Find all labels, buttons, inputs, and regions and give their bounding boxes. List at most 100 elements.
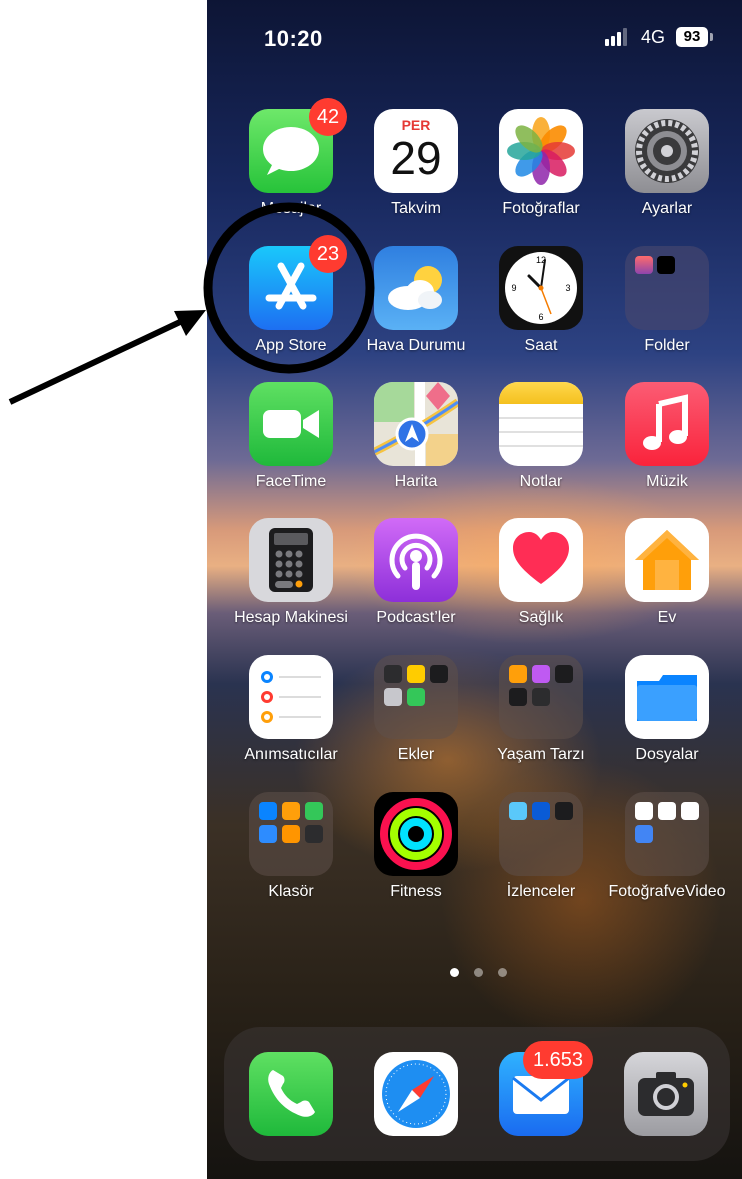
mini-app-icon xyxy=(259,802,277,820)
app-fitness[interactable]: Fitness xyxy=(374,792,458,900)
calendar-icon: PER 29 xyxy=(374,109,458,193)
app-appstore[interactable]: App Store 23 xyxy=(249,235,347,354)
battery-icon: 93 xyxy=(676,27,708,47)
clock-icon: 12 3 6 9 xyxy=(499,246,583,330)
svg-text:9: 9 xyxy=(511,283,516,293)
folder-icon xyxy=(625,246,709,330)
pointer-arrow-shaft xyxy=(8,319,182,405)
page-dot xyxy=(474,968,483,977)
page-dot-active xyxy=(450,968,459,977)
app-muzik[interactable]: Müzik xyxy=(625,382,709,490)
app-label: Anımsatıcılar xyxy=(244,746,338,763)
notification-badge: 23 xyxy=(309,235,347,273)
mini-app-icon xyxy=(282,802,300,820)
mini-app-icon xyxy=(282,825,300,843)
app-label: Fitness xyxy=(390,883,442,900)
app-label: Harita xyxy=(394,473,438,490)
mini-app-icon xyxy=(681,802,699,820)
mini-app-icon xyxy=(407,688,425,706)
app-fotograflar[interactable]: Fotoğraflar xyxy=(499,109,583,217)
reminders-icon xyxy=(249,655,333,739)
app-folder[interactable]: Folder xyxy=(625,246,709,354)
app-izlenceler[interactable]: İzlenceler xyxy=(499,792,583,900)
app-label: Ev xyxy=(657,609,677,626)
app-saat[interactable]: 12 3 6 9 Saat xyxy=(499,246,583,354)
app-mesajlar[interactable]: Mesajlar 42 xyxy=(249,98,347,217)
folder-icon xyxy=(499,655,583,739)
files-icon xyxy=(625,655,709,739)
photos-icon xyxy=(499,109,583,193)
app-yasam-tarzi[interactable]: Yaşam Tarzı xyxy=(497,655,585,763)
app-podcastler[interactable]: Podcast’ler xyxy=(374,518,458,626)
mini-app-icon xyxy=(532,688,550,706)
app-label: Takvim xyxy=(391,200,441,217)
calculator-icon xyxy=(249,518,333,602)
app-havadurumu[interactable]: Hava Durumu xyxy=(367,246,465,354)
page-dot xyxy=(498,968,507,977)
mini-app-icon xyxy=(509,802,527,820)
podcasts-icon xyxy=(374,518,458,602)
dock-mail[interactable]: 1.653 xyxy=(499,1041,593,1136)
app-label: Ekler xyxy=(397,746,435,763)
app-label: Podcast’ler xyxy=(376,609,456,626)
app-label: Folder xyxy=(644,337,690,354)
app-label: Müzik xyxy=(646,473,688,490)
app-label: Fotoğraflar xyxy=(502,200,580,217)
app-label: Yaşam Tarzı xyxy=(497,746,585,763)
svg-text:3: 3 xyxy=(565,283,570,293)
home-icon xyxy=(625,518,709,602)
app-hesap-makinesi[interactable]: Hesap Makinesi xyxy=(234,518,348,626)
mini-app-icon xyxy=(305,825,323,843)
app-label: FotoğrafveVideo xyxy=(608,883,726,900)
app-ev[interactable]: Ev xyxy=(625,518,709,626)
mini-app-icon xyxy=(658,802,676,820)
camera-icon xyxy=(624,1052,708,1136)
page-indicator[interactable] xyxy=(448,968,508,978)
dock-safari[interactable] xyxy=(374,1052,458,1136)
mini-app-icon xyxy=(635,825,653,843)
mini-app-icon xyxy=(407,665,425,683)
music-icon xyxy=(625,382,709,466)
app-label: Sağlık xyxy=(518,609,564,626)
app-ekler[interactable]: Ekler xyxy=(374,655,458,763)
mini-app-icon xyxy=(384,665,402,683)
svg-text:6: 6 xyxy=(538,312,543,322)
mini-app-icon xyxy=(384,688,402,706)
app-harita[interactable]: Harita xyxy=(374,382,458,490)
app-fotograf-ve-video[interactable]: FotoğrafveVideo xyxy=(608,792,726,900)
app-klasor[interactable]: Klasör xyxy=(249,792,333,900)
app-takvim[interactable]: PER 29 Takvim xyxy=(374,109,458,217)
app-notlar[interactable]: Notlar xyxy=(499,382,583,490)
maps-icon xyxy=(374,382,458,466)
app-facetime[interactable]: FaceTime xyxy=(249,382,333,490)
app-label: Saat xyxy=(524,337,558,354)
mini-app-icon xyxy=(555,665,573,683)
folder-icon xyxy=(625,792,709,876)
app-label: Dosyalar xyxy=(635,746,699,763)
mini-app-icon xyxy=(532,802,550,820)
app-label: Hava Durumu xyxy=(366,337,466,354)
app-animsaticilar[interactable]: Anımsatıcılar xyxy=(244,655,338,763)
apple-tv-mini-icon xyxy=(657,256,675,274)
shortcuts-mini-icon xyxy=(635,256,653,274)
app-label: Hesap Makinesi xyxy=(234,609,348,626)
app-label: Klasör xyxy=(268,883,314,900)
pointer-arrow-head xyxy=(174,310,206,336)
dock-phone[interactable] xyxy=(249,1052,333,1136)
status-time: 10:20 xyxy=(264,26,323,51)
folder-icon xyxy=(249,792,333,876)
app-dosyalar[interactable]: Dosyalar xyxy=(625,655,709,763)
app-label: FaceTime xyxy=(255,473,327,490)
safari-compass-icon xyxy=(374,1052,458,1136)
fitness-rings-icon xyxy=(374,792,458,876)
mini-app-icon xyxy=(532,665,550,683)
app-ayarlar[interactable]: Ayarlar xyxy=(625,109,709,217)
mini-app-icon xyxy=(635,802,653,820)
network-type: 4G xyxy=(641,27,666,47)
app-saglik[interactable]: Sağlık xyxy=(499,518,583,626)
mini-app-icon xyxy=(305,802,323,820)
facetime-icon xyxy=(249,382,333,466)
dock-camera[interactable] xyxy=(624,1052,708,1136)
app-label: İzlenceler xyxy=(506,883,576,900)
calendar-day-number: 29 xyxy=(390,132,442,184)
